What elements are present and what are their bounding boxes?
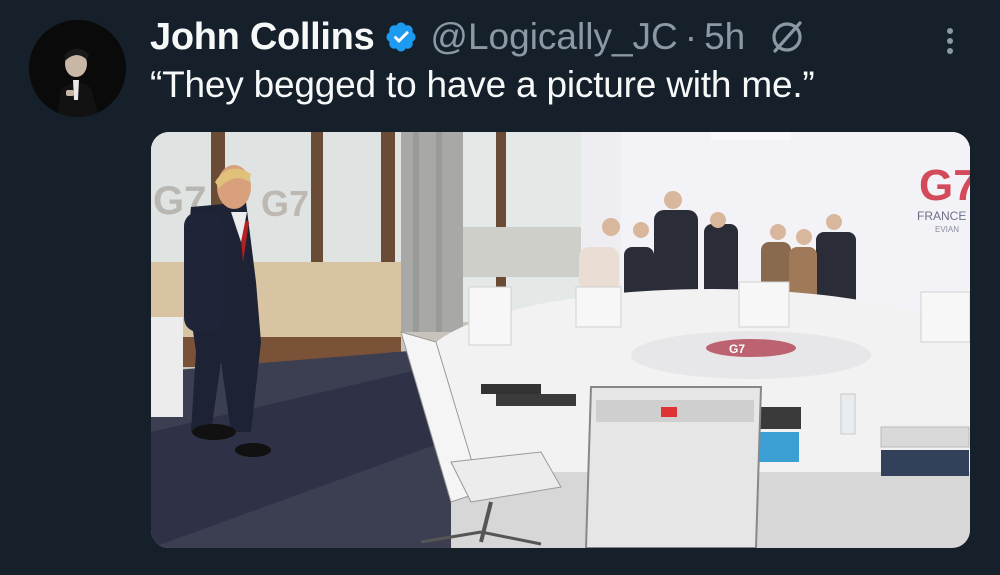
tweet-header: John Collins @Logically_JC · 5h <box>150 14 807 60</box>
timestamp[interactable]: 5h <box>704 16 745 58</box>
author-name[interactable]: John Collins <box>150 16 375 59</box>
more-options-icon[interactable] <box>938 23 962 59</box>
sign-text: FRANCE <box>917 209 966 223</box>
media-photo: G7 G7 G7 FRANCE EVIAN G7 <box>151 132 970 548</box>
grok-icon[interactable] <box>767 17 807 57</box>
author-handle[interactable]: @Logically_JC <box>430 16 677 58</box>
avatar-image <box>29 20 126 117</box>
backdrop-logo-mid: G7 <box>261 183 309 224</box>
sign-sub: EVIAN <box>935 225 959 234</box>
tweet-text: “They begged to have a picture with me.” <box>150 64 815 105</box>
flag-germany <box>661 407 677 417</box>
table-logo: G7 <box>729 342 745 356</box>
tweet-media[interactable]: G7 G7 G7 FRANCE EVIAN G7 <box>151 132 970 548</box>
author-avatar[interactable] <box>29 20 126 117</box>
verified-badge-icon <box>384 20 418 54</box>
separator-dot: · <box>684 16 698 57</box>
sign-logo: G7 <box>919 161 970 210</box>
